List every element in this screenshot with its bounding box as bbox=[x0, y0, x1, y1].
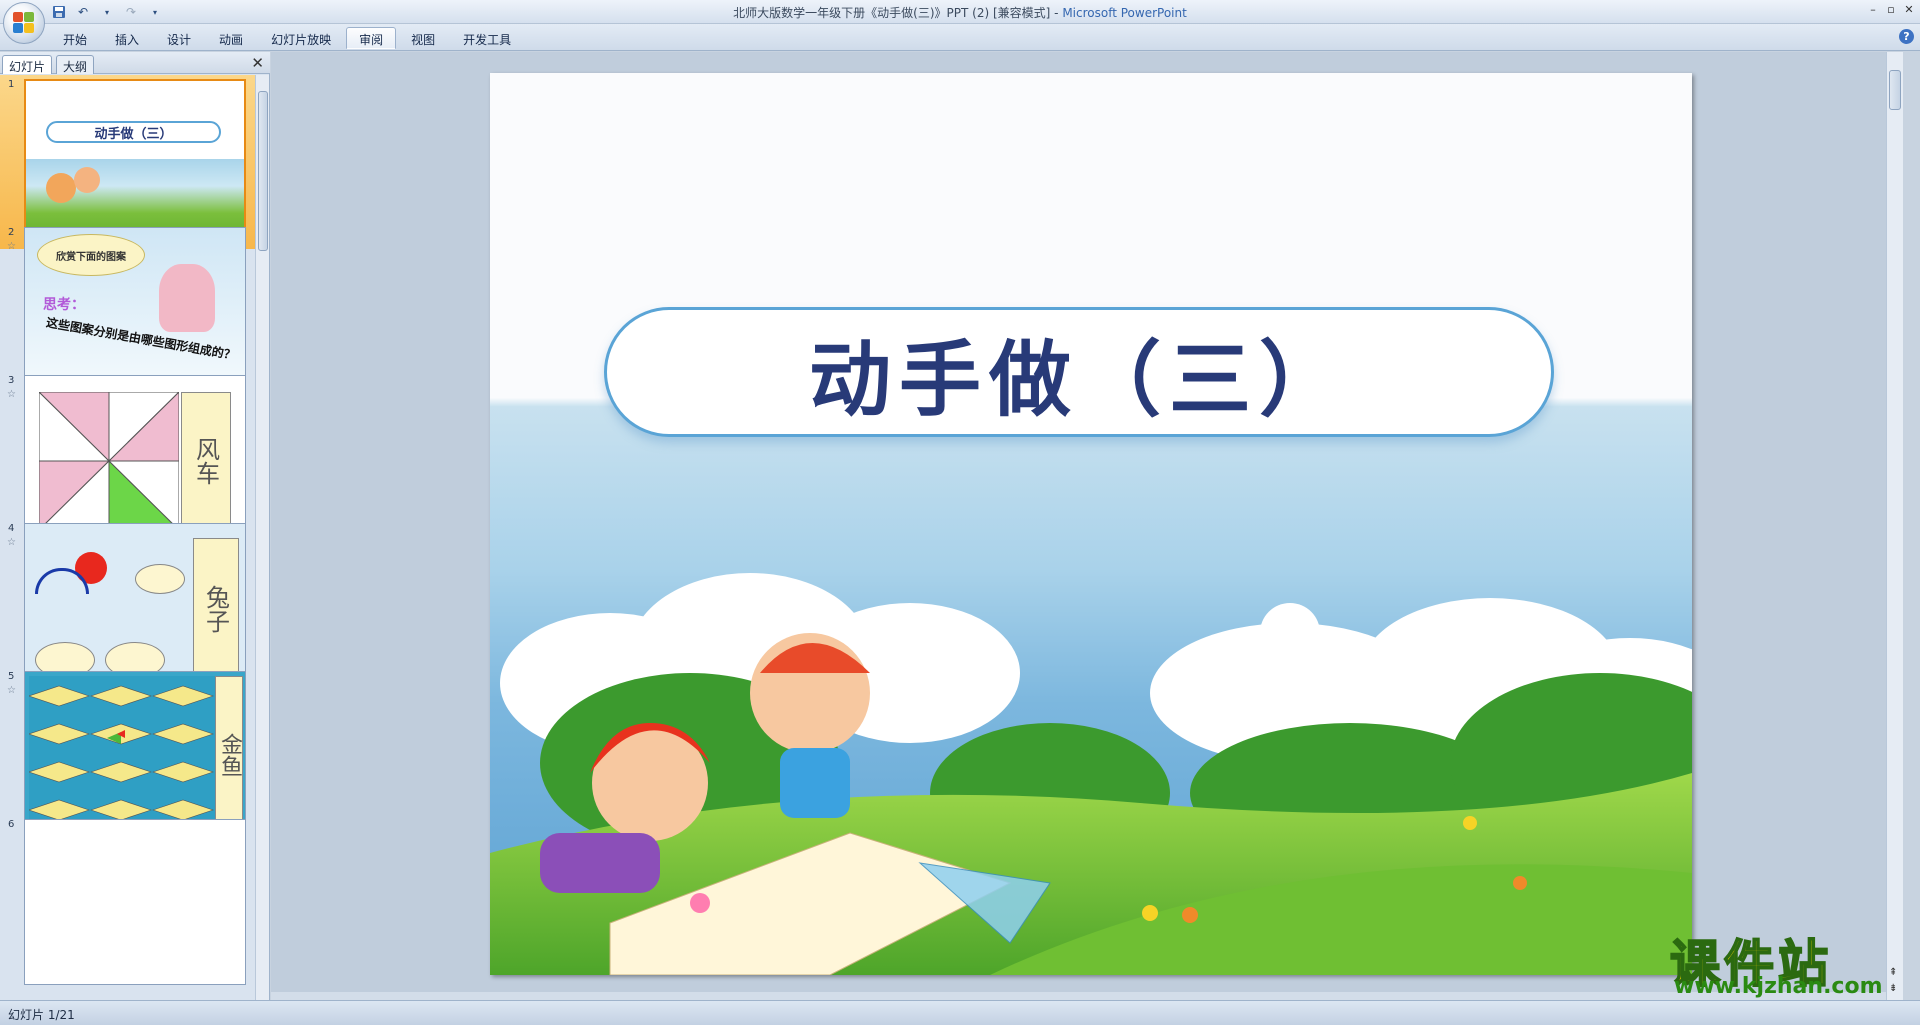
thumb-title: 动手做（三） bbox=[94, 126, 173, 142]
horizontal-scrollbar[interactable] bbox=[271, 992, 1886, 1000]
thumb-caption: 兔子 bbox=[193, 538, 239, 680]
slide-number: 3 bbox=[8, 375, 15, 386]
thumb-caption: 金鱼 bbox=[215, 676, 243, 834]
tab-outline[interactable]: 大纲 bbox=[56, 55, 95, 74]
current-slide[interactable]: 动手做（三） bbox=[490, 73, 1692, 975]
tab-review[interactable]: 审阅 bbox=[346, 27, 397, 49]
pane-tabs: 幻灯片 大纲 ✕ bbox=[0, 52, 270, 74]
slide-preview: 欣赏下面的图案 思考： 这些图案分别是由哪些图形组成的？ bbox=[24, 227, 246, 393]
slide-background-illustration bbox=[490, 73, 1692, 975]
title-bar: ↶ ▾ ↷ ▾ 北师大版数学一年级下册《动手做(三)》PPT (2) [兼容模式… bbox=[0, 0, 1920, 44]
tab-slides[interactable]: 幻灯片 bbox=[2, 55, 53, 74]
slide-scrollbar[interactable]: ⇞ ⇟ bbox=[1886, 52, 1903, 1000]
slides-pane: 幻灯片 大纲 ✕ 1 动手做（三） 2 ☆ 欣赏下面的图案 思考： 这些图案分别… bbox=[0, 52, 270, 1000]
app-name: Microsoft PowerPoint bbox=[1062, 6, 1187, 20]
slide-title[interactable]: 动手做（三） bbox=[809, 313, 1349, 432]
ribbon-tabs: 开始 插入 设计 动画 幻灯片放映 审阅 视图 开发工具 bbox=[50, 27, 524, 49]
scrollbar-thumb[interactable] bbox=[258, 91, 268, 251]
slide-count-status: 幻灯片 1/21 bbox=[8, 1008, 75, 1022]
slide-number: 5 bbox=[8, 671, 15, 682]
slide-title-box[interactable]: 动手做（三） bbox=[604, 307, 1554, 437]
thumbnails-scrollbar[interactable] bbox=[255, 75, 269, 1000]
animation-star-icon: ☆ bbox=[7, 685, 16, 696]
slide-preview: 动手做（三） bbox=[24, 79, 246, 245]
slide-preview: 风车 bbox=[24, 375, 246, 541]
slide-number: 2 bbox=[8, 227, 15, 238]
tab-animations[interactable]: 动画 bbox=[206, 27, 256, 49]
slide-thumbnails: 1 动手做（三） 2 ☆ 欣赏下面的图案 思考： 这些图案分别是由哪些图形组成的… bbox=[0, 75, 256, 1000]
window-controls: – ▫ ✕ bbox=[1866, 2, 1916, 16]
child-illustration bbox=[74, 167, 100, 193]
animation-star-icon: ☆ bbox=[7, 241, 16, 252]
slide-number: 4 bbox=[8, 523, 15, 534]
thumb-caption: 风车 bbox=[181, 392, 231, 530]
thought-cloud: 欣赏下面的图案 bbox=[37, 234, 145, 276]
document-title: 北师大版数学一年级下册《动手做(三)》PPT (2) [兼容模式] - bbox=[733, 6, 1059, 20]
restore-icon[interactable]: ▫ bbox=[1884, 2, 1898, 16]
tab-home[interactable]: 开始 bbox=[50, 27, 100, 49]
tab-slideshow[interactable]: 幻灯片放映 bbox=[258, 27, 344, 49]
slide-preview bbox=[24, 819, 246, 985]
scrollbar-thumb[interactable] bbox=[1889, 70, 1901, 110]
goldfish-pattern bbox=[29, 676, 215, 834]
slide-number: 1 bbox=[8, 79, 15, 90]
ribbon: 开始 插入 设计 动画 幻灯片放映 审阅 视图 开发工具 ? bbox=[0, 24, 1920, 51]
close-icon[interactable]: ✕ bbox=[1902, 2, 1916, 16]
slide-preview: 兔子 bbox=[24, 523, 246, 689]
tab-insert[interactable]: 插入 bbox=[102, 27, 152, 49]
tab-view[interactable]: 视图 bbox=[398, 27, 448, 49]
tab-developer[interactable]: 开发工具 bbox=[450, 27, 524, 49]
slide-editing-area: 动手做（三） ⇞ ⇟ bbox=[271, 52, 1903, 1000]
slide-preview: 金鱼 bbox=[24, 671, 246, 837]
window-title: 北师大版数学一年级下册《动手做(三)》PPT (2) [兼容模式] - Micr… bbox=[0, 4, 1920, 21]
cloud-text: 欣赏下面的图案 bbox=[56, 251, 126, 263]
pinwheel-figure bbox=[39, 392, 179, 530]
think-label: 思考： bbox=[43, 297, 85, 313]
office-logo-icon bbox=[13, 12, 35, 34]
thumb-title-box: 动手做（三） bbox=[46, 121, 221, 143]
office-button[interactable] bbox=[3, 2, 45, 44]
pig-illustration bbox=[159, 264, 215, 332]
help-icon[interactable]: ? bbox=[1899, 29, 1914, 44]
animation-star-icon: ☆ bbox=[7, 389, 16, 400]
animation-star-icon: ☆ bbox=[7, 537, 16, 548]
slide-thumbnail-6[interactable]: 6 bbox=[0, 815, 256, 989]
child-illustration bbox=[46, 173, 76, 203]
tab-design[interactable]: 设计 bbox=[154, 27, 204, 49]
status-bar: 幻灯片 1/21 bbox=[0, 1000, 1920, 1025]
slide-number: 6 bbox=[8, 819, 15, 830]
rabbit-shape bbox=[135, 564, 185, 594]
watermark-url: www.kjzhan.com bbox=[1674, 974, 1883, 999]
minimize-icon[interactable]: – bbox=[1866, 2, 1880, 16]
watermark-logo: 课件站 www.kjzhan.com bbox=[1669, 924, 1920, 1000]
close-pane-icon[interactable]: ✕ bbox=[251, 54, 264, 72]
